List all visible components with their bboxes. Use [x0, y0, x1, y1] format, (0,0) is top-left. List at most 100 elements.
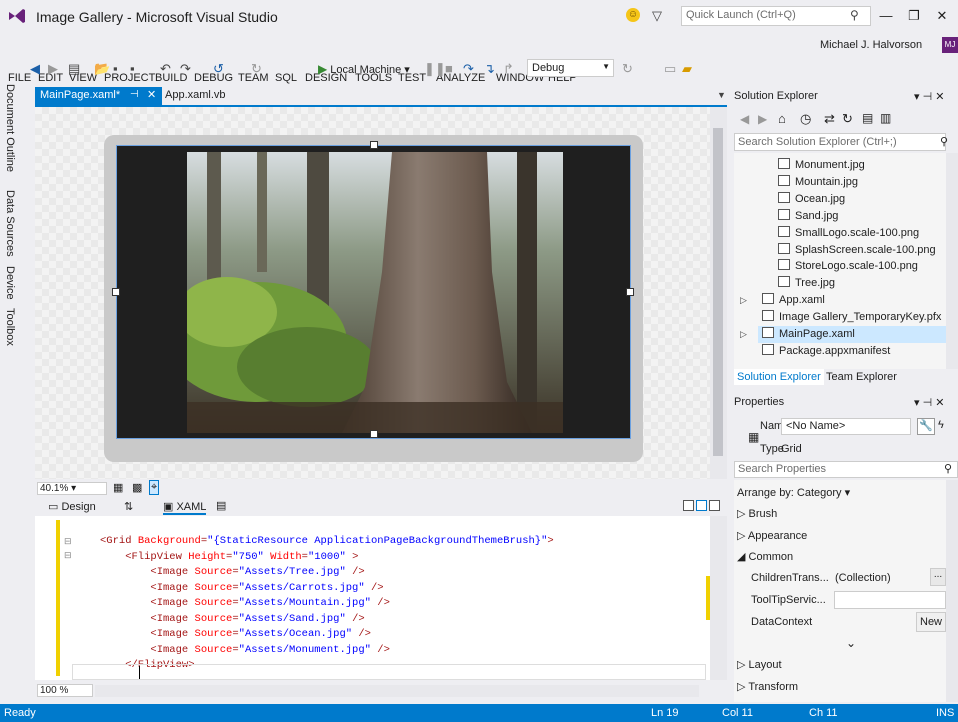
tab-team-explorer[interactable]: Team Explorer	[826, 371, 897, 383]
signed-in-user[interactable]: Michael J. Halvorson	[820, 39, 922, 51]
editor-horizontal-scrollbar[interactable]	[95, 685, 699, 697]
element-name-input[interactable]: <No Name>	[781, 418, 911, 435]
restore-button[interactable]: ❐	[900, 6, 928, 26]
device-icon[interactable]: ▭	[664, 60, 676, 78]
tab-solution-explorer[interactable]: Solution Explorer	[734, 369, 824, 385]
tab-app-xaml-vb[interactable]: App.xaml.vb	[165, 89, 226, 101]
pending-changes-icon[interactable]: ◷	[800, 111, 811, 127]
collapse-all-icon[interactable]: ▤	[862, 111, 873, 125]
forward-icon[interactable]: ▶	[758, 112, 767, 126]
pause-icon[interactable]: ❚❚	[424, 60, 446, 78]
undo-icon[interactable]: ↺	[213, 60, 224, 78]
save-icon[interactable]: ▪	[113, 60, 118, 78]
horizontal-split-button[interactable]	[696, 500, 707, 511]
solution-tree-item[interactable]: Package.appxmanifest	[762, 343, 890, 360]
back-icon[interactable]: ◀	[740, 112, 749, 126]
home-icon[interactable]: ⌂	[778, 111, 786, 126]
search-icon[interactable]: ⚲	[850, 8, 859, 22]
properties-wrench-icon[interactable]: 🔧	[917, 418, 935, 435]
tab-xaml[interactable]: ▣ XAML	[163, 500, 207, 515]
search-properties-input[interactable]: Search Properties	[734, 461, 958, 478]
collapse-icon[interactable]: ⊟	[64, 550, 72, 561]
forward-icon[interactable]: ▶	[48, 60, 58, 78]
find-icon[interactable]: ▰	[682, 60, 692, 78]
pin-icon[interactable]: ⊣	[130, 89, 139, 100]
resize-handle-bottom[interactable]	[370, 430, 378, 438]
tab-toolbox[interactable]: Toolbox	[4, 308, 16, 346]
tab-mainpage-xaml[interactable]: MainPage.xaml*	[35, 87, 162, 105]
navigate-backward-icon[interactable]: ↶	[160, 60, 171, 78]
new-datacontext-button[interactable]: New	[916, 612, 946, 632]
back-icon[interactable]: ◀	[30, 60, 40, 78]
quick-launch-input[interactable]: Quick Launch (Ctrl+Q)	[681, 6, 871, 26]
open-file-icon[interactable]: 📂	[94, 60, 110, 78]
resize-handle-right[interactable]	[626, 288, 634, 296]
step-into-icon[interactable]: ↴	[484, 60, 495, 78]
step-over-icon[interactable]: ↷	[463, 60, 474, 78]
vertical-split-button[interactable]	[683, 500, 694, 511]
properties-scrollbar[interactable]	[946, 480, 958, 702]
solution-explorer-search[interactable]: Search Solution Explorer (Ctrl+;)	[734, 133, 946, 151]
solution-tree-item[interactable]: Ocean.jpg	[778, 191, 845, 208]
collapse-icon[interactable]: ⊟	[64, 536, 72, 547]
tab-design[interactable]: ▭ Design	[48, 500, 96, 513]
navigate-forward-icon[interactable]: ↷	[180, 60, 191, 78]
solution-tree-item[interactable]: Image Gallery_TemporaryKey.pfx	[762, 309, 941, 326]
solution-tree-item[interactable]: Sand.jpg	[778, 208, 838, 225]
solution-tree-item[interactable]: Monument.jpg	[778, 157, 865, 174]
category-layout[interactable]: ▷ Layout	[737, 658, 782, 671]
category-common[interactable]: ◢ Common	[737, 550, 793, 563]
category-brush[interactable]: ▷ Brush	[737, 507, 777, 520]
tab-list-chevron-icon[interactable]: ▼	[717, 90, 726, 100]
events-lightning-icon[interactable]: ϟ	[938, 419, 944, 431]
notifications-flag-icon[interactable]: ▽	[652, 8, 662, 24]
tab-data-sources[interactable]: Data Sources	[4, 190, 16, 257]
expand-arrow-icon[interactable]: ▷	[740, 329, 747, 340]
flipview-tree-image[interactable]	[187, 152, 563, 433]
tab-device[interactable]: Device	[4, 266, 16, 300]
user-avatar[interactable]: MJ	[942, 37, 958, 53]
solution-tree-item[interactable]: Tree.jpg	[778, 275, 835, 292]
tooltip-value-input[interactable]	[834, 591, 946, 609]
resize-handle-left[interactable]	[112, 288, 120, 296]
new-project-icon[interactable]: ▤	[68, 60, 80, 78]
snap-gridlines-icon[interactable]: ▩	[132, 481, 142, 494]
solution-configuration-select[interactable]: Debug ▼	[527, 59, 614, 77]
solution-tree-item[interactable]: Mountain.jpg	[778, 174, 858, 191]
arrange-by-dropdown[interactable]: Arrange by: Category ▾	[737, 486, 850, 499]
solution-tree-item[interactable]: SplashScreen.scale-100.png	[778, 242, 936, 259]
edit-collection-button[interactable]: ...	[930, 568, 946, 586]
artboard-background-icon[interactable]: ⌖	[149, 480, 160, 495]
close-tab-icon[interactable]: ✕	[147, 88, 156, 101]
refresh-icon[interactable]: ↻	[622, 60, 633, 78]
feedback-smiley-icon[interactable]: ☺	[626, 8, 640, 22]
expand-arrow-icon[interactable]: ▷	[740, 295, 747, 306]
redo-icon[interactable]: ↻	[251, 60, 262, 78]
show-all-files-icon[interactable]: ▥	[880, 111, 891, 125]
close-window-button[interactable]: ✕	[928, 6, 956, 26]
solution-tree-item[interactable]: SmallLogo.scale-100.png	[778, 225, 919, 242]
editor-zoom-select[interactable]: 100 %	[37, 684, 93, 697]
search-icon[interactable]: ⚲	[944, 462, 952, 475]
tab-document-outline[interactable]: Document Outline	[4, 84, 16, 172]
editor-vertical-scrollbar[interactable]	[710, 516, 727, 680]
collapse-pane-icon[interactable]: ▤	[216, 499, 226, 512]
solution-tree-item[interactable]: App.xaml	[762, 292, 825, 309]
category-transform[interactable]: ▷ Transform	[737, 680, 798, 693]
expand-more-chevron-icon[interactable]: ⌄	[846, 636, 856, 650]
step-out-icon[interactable]: ↱	[503, 60, 514, 78]
search-icon[interactable]: ⚲	[940, 135, 948, 148]
category-appearance[interactable]: ▷ Appearance	[737, 529, 807, 542]
start-debugging-button[interactable]: ▶ Local Machine ▾	[318, 60, 410, 79]
refresh-icon[interactable]: ↻	[842, 111, 853, 127]
collapse-split-button[interactable]	[709, 500, 720, 511]
stop-icon[interactable]: ■	[445, 60, 453, 78]
designer-zoom-select[interactable]: 40.1% ▾	[37, 482, 107, 495]
solution-tree-item[interactable]: StoreLogo.scale-100.png	[778, 258, 918, 275]
save-all-icon[interactable]: ▪	[130, 60, 135, 78]
show-grid-icon[interactable]: ▦	[113, 481, 123, 494]
sync-icon[interactable]: ⇄	[824, 111, 835, 127]
resize-handle-top[interactable]	[370, 141, 378, 149]
designer-scroll-thumb[interactable]	[713, 128, 723, 456]
minimize-button[interactable]: —	[872, 6, 900, 26]
